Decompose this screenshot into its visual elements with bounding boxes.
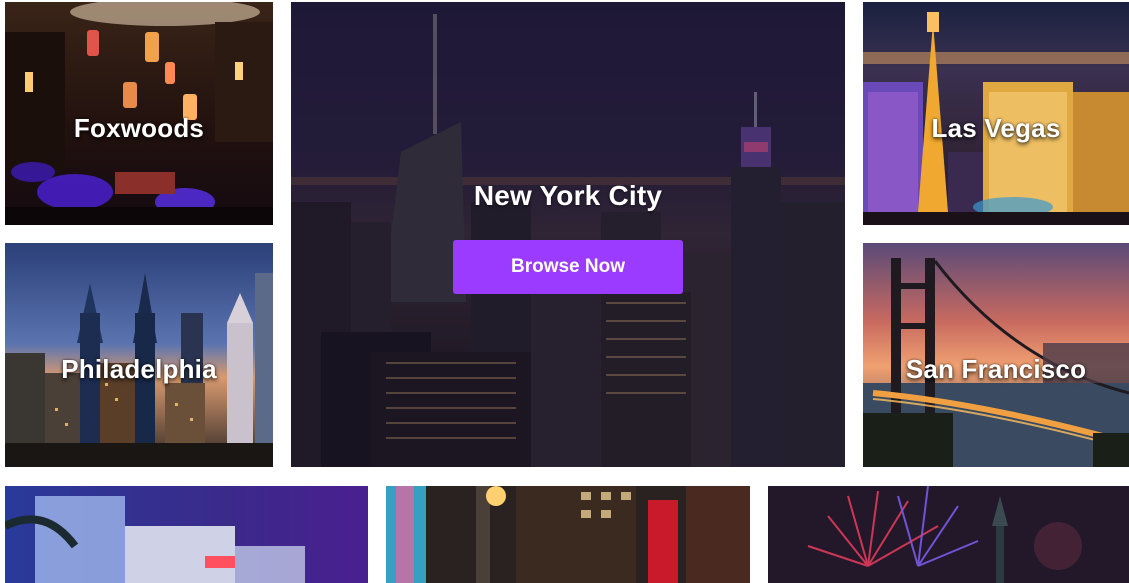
city-tile-bottom-left[interactable]	[5, 486, 368, 583]
city-label: Philadelphia	[61, 354, 217, 384]
browse-now-button[interactable]: Browse Now	[453, 240, 683, 294]
city-label: Las Vegas	[931, 113, 1061, 143]
featured-city-label: New York City	[473, 180, 663, 211]
city-tile-bottom-middle[interactable]	[386, 486, 750, 583]
city-tile-foxwoods[interactable]: Foxwoods	[5, 2, 273, 225]
city-label: San Francisco	[905, 354, 1087, 384]
city-tile-las-vegas[interactable]: Las Vegas	[863, 2, 1129, 225]
city-tile-bottom-right[interactable]	[768, 486, 1129, 583]
bottom-left-background-image	[5, 486, 368, 583]
city-label: Foxwoods	[73, 113, 205, 143]
city-tile-philadelphia[interactable]: Philadelphia	[5, 243, 273, 467]
city-tile-new-york-city[interactable]: New York City Browse Now	[291, 2, 845, 467]
city-tile-san-francisco[interactable]: San Francisco	[863, 243, 1129, 467]
bottom-middle-background-image	[386, 486, 750, 583]
new-york-background-image	[291, 2, 845, 467]
bottom-right-background-image	[768, 486, 1129, 583]
